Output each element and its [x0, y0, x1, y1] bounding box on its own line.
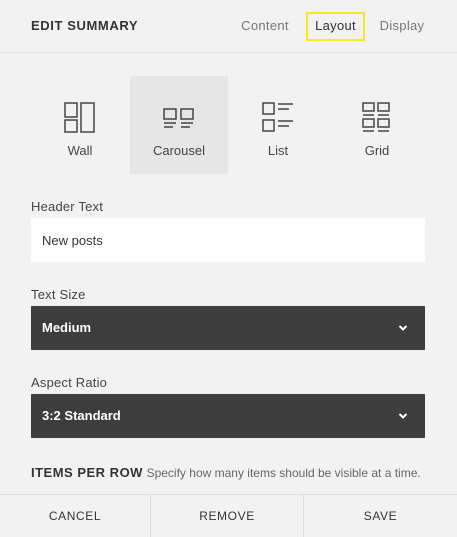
layout-option-carousel[interactable]: Carousel [130, 76, 228, 174]
text-size-select[interactable]: Medium [31, 306, 425, 350]
aspect-ratio-label: Aspect Ratio [31, 375, 108, 390]
grid-layout-icon [362, 102, 390, 132]
remove-button[interactable]: REMOVE [151, 495, 304, 537]
header-text-label: Header Text [31, 199, 104, 214]
tab-layout[interactable]: Layout [306, 12, 365, 41]
list-layout-icon [262, 102, 293, 132]
layout-option-grid[interactable]: Grid [328, 76, 426, 174]
layout-options: Wall Carousel List Grid [31, 76, 425, 174]
layout-option-label: Carousel [152, 143, 206, 158]
panel-footer: CANCEL REMOVE SAVE [0, 494, 457, 537]
text-size-value: Medium [42, 320, 92, 335]
cancel-button[interactable]: CANCEL [0, 495, 151, 537]
items-per-row-description: Specify how many items should be visible… [146, 466, 421, 480]
tab-display[interactable]: Display [376, 12, 428, 41]
items-per-row-section: ITEMS PER ROW Specify how many items sho… [31, 462, 425, 494]
layout-option-label: Grid [364, 143, 390, 158]
layout-option-label: Wall [67, 143, 93, 158]
layout-option-list[interactable]: List [229, 76, 327, 174]
items-per-row-title: ITEMS PER ROW [31, 465, 143, 480]
chevron-down-icon [398, 325, 408, 331]
panel-title: EDIT SUMMARY [31, 18, 139, 33]
aspect-ratio-value: 3:2 Standard [42, 408, 121, 423]
aspect-ratio-select[interactable]: 3:2 Standard [31, 394, 425, 438]
carousel-layout-icon [163, 108, 194, 128]
save-button[interactable]: SAVE [304, 495, 457, 537]
chevron-down-icon [398, 413, 408, 419]
header-text-input[interactable] [31, 218, 425, 262]
panel-header: EDIT SUMMARY Content Layout Display [0, 0, 457, 53]
wall-layout-icon [64, 102, 95, 133]
layout-option-label: List [267, 143, 289, 158]
layout-option-wall[interactable]: Wall [31, 76, 129, 174]
text-size-label: Text Size [31, 287, 86, 302]
tab-content[interactable]: Content [236, 12, 294, 41]
